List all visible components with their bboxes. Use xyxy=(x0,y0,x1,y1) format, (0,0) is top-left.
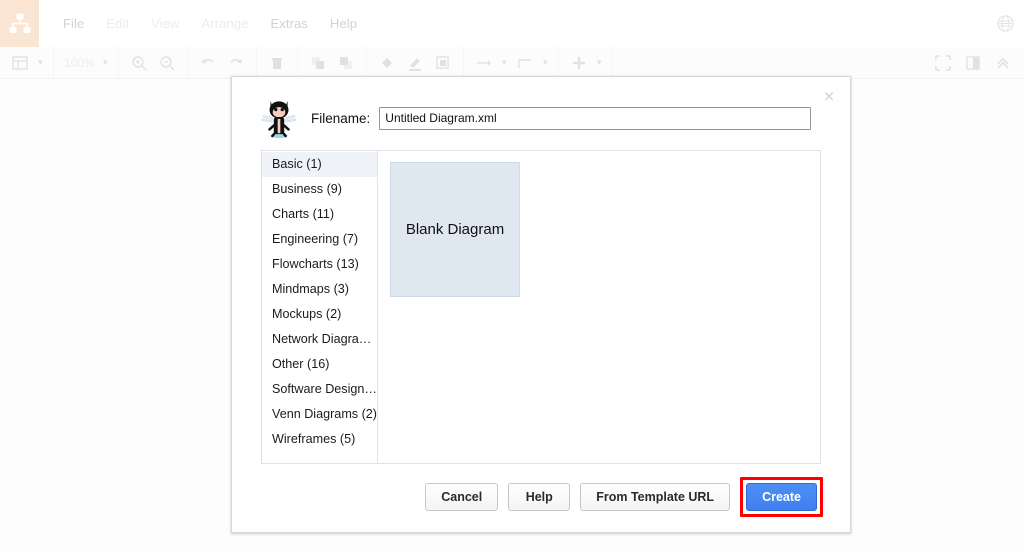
toolbar-group-right xyxy=(923,47,1024,79)
undo-icon[interactable] xyxy=(195,50,221,76)
app-logo[interactable] xyxy=(0,0,39,47)
filename-row: Filename: xyxy=(232,77,850,139)
zoom-out-icon[interactable] xyxy=(154,50,180,76)
shadow-icon[interactable] xyxy=(430,50,456,76)
filename-label: Filename: xyxy=(311,110,371,126)
create-button[interactable]: Create xyxy=(746,483,817,511)
menu-item-help[interactable]: Help xyxy=(319,13,368,34)
category-item-engineering[interactable]: Engineering (7) xyxy=(262,227,377,252)
category-item-flowcharts[interactable]: Flowcharts (13) xyxy=(262,252,377,277)
toolbar-group-delete xyxy=(257,46,298,79)
toolbar-group-connections: ▼ ▼ xyxy=(464,46,559,79)
category-item-other[interactable]: Other (16) xyxy=(262,352,377,377)
category-item-charts[interactable]: Charts (11) xyxy=(262,202,377,227)
delete-icon[interactable] xyxy=(264,50,290,76)
view-layout-caret-icon[interactable]: ▼ xyxy=(35,50,46,76)
insert-caret-icon[interactable]: ▼ xyxy=(594,50,605,76)
template-grid: Blank Diagram xyxy=(378,151,820,463)
category-item-venn-diagrams[interactable]: Venn Diagrams (2) xyxy=(262,402,377,427)
collapse-toolbar-icon[interactable] xyxy=(990,50,1016,76)
waypoints-icon[interactable] xyxy=(512,50,538,76)
template-picker: Basic (1) Business (9) Charts (11) Engin… xyxy=(261,150,821,464)
connection-arrow-caret-icon[interactable]: ▼ xyxy=(499,50,510,76)
redo-icon[interactable] xyxy=(223,50,249,76)
category-list[interactable]: Basic (1) Business (9) Charts (11) Engin… xyxy=(262,151,378,463)
waypoints-caret-icon[interactable]: ▼ xyxy=(540,50,551,76)
cancel-button[interactable]: Cancel xyxy=(425,483,499,511)
category-item-network-diagrams[interactable]: Network Diagra… xyxy=(262,327,377,352)
category-item-basic[interactable]: Basic (1) xyxy=(262,152,377,177)
toolbar-group-view: ▼ xyxy=(0,46,54,79)
filename-input[interactable] xyxy=(379,106,811,130)
app-root: File Edit View Arrange Extras Help ▼ 100… xyxy=(0,0,1024,553)
new-diagram-dialog: × Filename: Untitled Diagram.xml Basic (… xyxy=(231,76,851,533)
insert-icon[interactable] xyxy=(566,50,592,76)
category-item-wireframes[interactable]: Wireframes (5) xyxy=(262,427,377,452)
category-item-software-design[interactable]: Software Design … xyxy=(262,377,377,402)
close-icon[interactable]: × xyxy=(821,88,837,104)
category-item-business[interactable]: Business (9) xyxy=(262,177,377,202)
category-item-mockups[interactable]: Mockups (2) xyxy=(262,302,377,327)
toolbar-group-zoom xyxy=(119,46,188,79)
category-item-mindmaps[interactable]: Mindmaps (3) xyxy=(262,277,377,302)
to-back-icon[interactable] xyxy=(333,50,359,76)
toolbar: ▼ 100% ▼ ▼ ▼ ▼ xyxy=(0,46,1024,79)
toolbar-group-order xyxy=(298,46,367,79)
globe-icon xyxy=(997,15,1014,32)
menu-item-arrange[interactable]: Arrange xyxy=(191,13,260,34)
fill-color-icon[interactable] xyxy=(374,50,400,76)
menu-item-edit[interactable]: Edit xyxy=(95,13,140,34)
menu-bar: File Edit View Arrange Extras Help xyxy=(0,0,1024,47)
zoom-in-icon[interactable] xyxy=(126,50,152,76)
menu-item-view[interactable]: View xyxy=(140,13,190,34)
github-octocat-icon xyxy=(261,100,297,139)
diagram-logo-icon xyxy=(9,13,30,33)
toolbar-group-zoom-level: 100% ▼ xyxy=(54,46,119,79)
connection-arrow-icon[interactable] xyxy=(471,50,497,76)
from-template-url-button[interactable]: From Template URL xyxy=(580,483,731,511)
view-layout-icon[interactable] xyxy=(7,50,33,76)
menu-item-file[interactable]: File xyxy=(52,13,95,34)
template-tile-blank-diagram[interactable]: Blank Diagram xyxy=(390,162,520,297)
line-color-icon[interactable] xyxy=(402,50,428,76)
menu-items: File Edit View Arrange Extras Help xyxy=(39,13,368,34)
help-button[interactable]: Help xyxy=(508,483,571,511)
menu-item-extras[interactable]: Extras xyxy=(259,13,318,34)
format-panel-icon[interactable] xyxy=(960,50,986,76)
toolbar-group-style xyxy=(367,46,464,79)
zoom-level-caret-icon[interactable]: ▼ xyxy=(100,50,111,76)
zoom-level-label[interactable]: 100% xyxy=(61,56,98,70)
language-selector[interactable] xyxy=(997,15,1024,32)
create-button-highlight: Create xyxy=(740,477,823,517)
to-front-icon[interactable] xyxy=(305,50,331,76)
fullscreen-icon[interactable] xyxy=(930,50,956,76)
toolbar-group-insert: ▼ xyxy=(559,46,613,79)
dialog-button-row: Cancel Help From Template URL Create xyxy=(232,462,852,532)
toolbar-group-history xyxy=(188,46,257,79)
